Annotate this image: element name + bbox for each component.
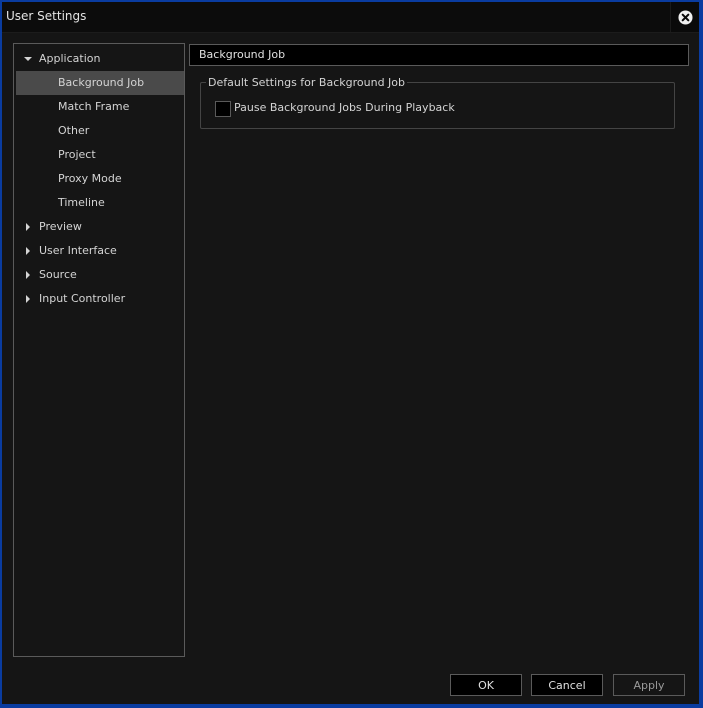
tree-item-source[interactable]: Source (16, 263, 184, 287)
pause-background-jobs-checkbox[interactable] (215, 101, 231, 117)
expanded-arrow-icon[interactable] (23, 47, 33, 71)
tree-item-label: Proxy Mode (58, 172, 122, 185)
cancel-button[interactable]: Cancel (531, 674, 603, 696)
tree-item-label: Preview (39, 220, 82, 233)
default-settings-group: Default Settings for Background Job Paus… (200, 76, 675, 129)
window-title: User Settings (6, 9, 87, 23)
pause-background-jobs-label[interactable]: Pause Background Jobs During Playback (234, 101, 455, 115)
tree-item-project[interactable]: Project (16, 143, 184, 167)
close-circle-icon (677, 9, 693, 25)
settings-tree[interactable]: Application Background Job Match Frame O… (13, 43, 185, 657)
group-legend: Default Settings for Background Job (206, 76, 408, 89)
section-title: Background Job (199, 48, 286, 61)
tree-item-timeline[interactable]: Timeline (16, 191, 184, 215)
tree-item-label: Match Frame (58, 100, 130, 113)
tree-item-background-job[interactable]: Background Job (16, 71, 184, 95)
tree-item-match-frame[interactable]: Match Frame (16, 95, 184, 119)
tree-item-user-interface[interactable]: User Interface (16, 239, 184, 263)
title-bar[interactable]: User Settings (2, 2, 699, 33)
tree-item-label: Project (58, 148, 96, 161)
tree-item-other[interactable]: Other (16, 119, 184, 143)
collapsed-arrow-icon[interactable] (23, 215, 33, 239)
ok-button[interactable]: OK (450, 674, 522, 696)
collapsed-arrow-icon[interactable] (23, 287, 33, 311)
tree-item-label: Timeline (58, 196, 105, 209)
tree-item-label: Source (39, 268, 77, 281)
tree-item-label: Other (58, 124, 90, 137)
tree-item-label: Application (39, 52, 101, 65)
collapsed-arrow-icon[interactable] (23, 263, 33, 287)
close-button[interactable] (670, 2, 699, 32)
tree-item-proxy-mode[interactable]: Proxy Mode (16, 167, 184, 191)
tree-item-preview[interactable]: Preview (16, 215, 184, 239)
tree-item-label: User Interface (39, 244, 117, 257)
user-settings-dialog: User Settings Application Background Job… (2, 2, 699, 704)
tree-item-label: Input Controller (39, 292, 126, 305)
tree-item-application[interactable]: Application (16, 47, 184, 71)
tree-item-label: Background Job (58, 76, 145, 89)
section-header: Background Job (189, 44, 689, 66)
collapsed-arrow-icon[interactable] (23, 239, 33, 263)
apply-button[interactable]: Apply (613, 674, 685, 696)
tree-item-input-controller[interactable]: Input Controller (16, 287, 184, 311)
